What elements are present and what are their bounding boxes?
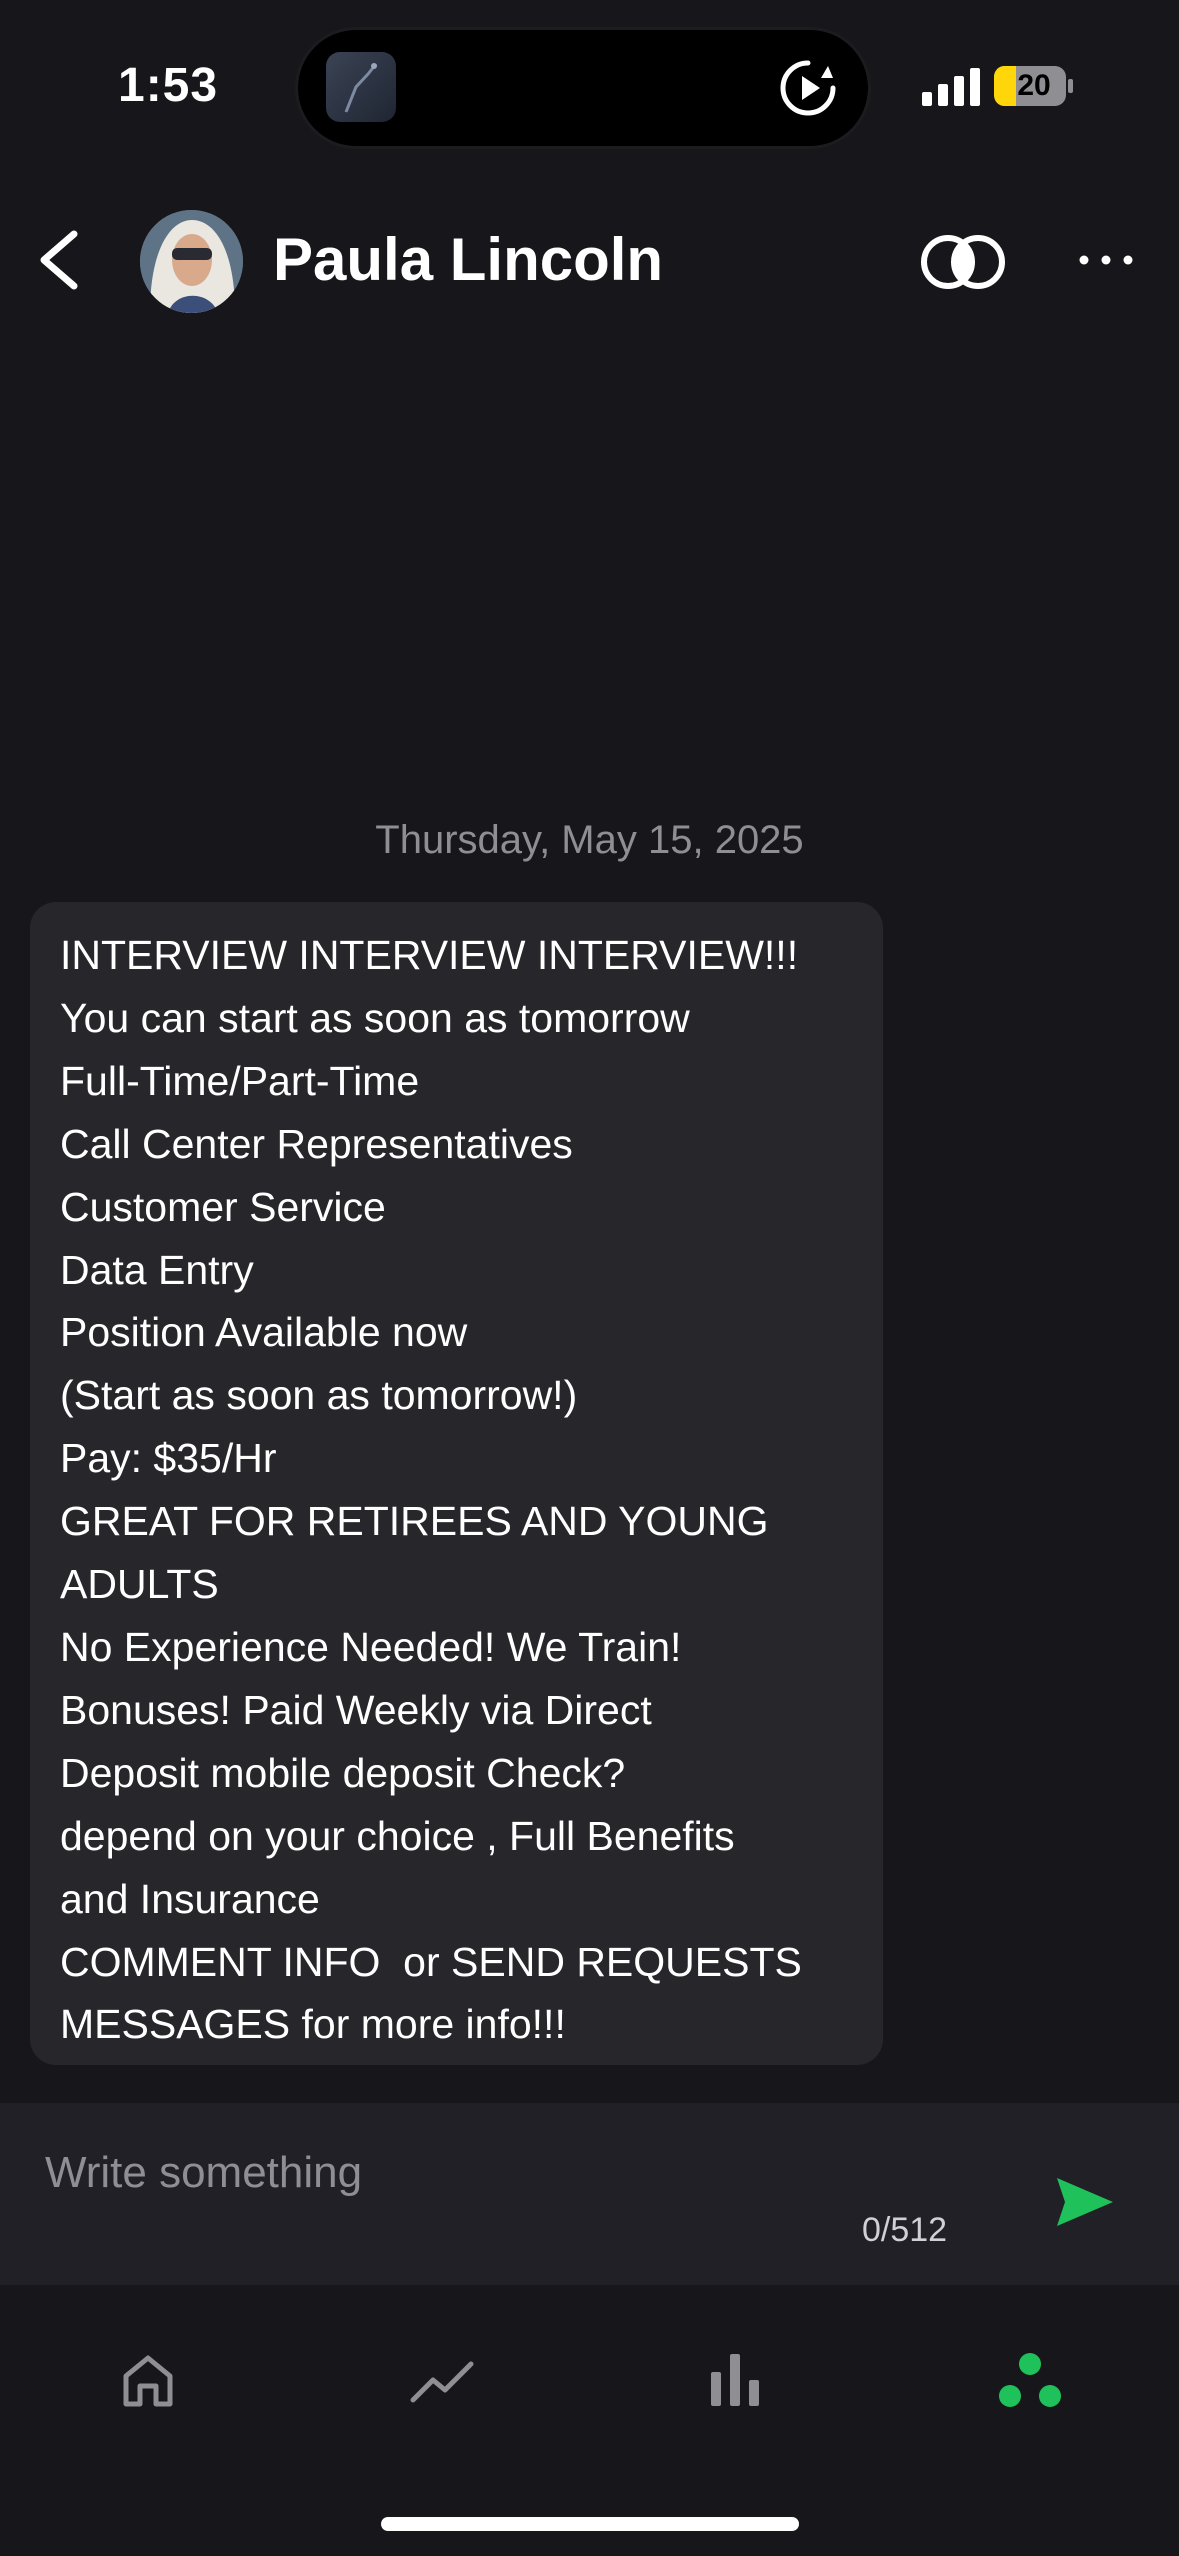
message-line: depend on your choice , Full Benefits <box>60 1812 735 1859</box>
battery-level: 20 <box>1017 69 1051 102</box>
message-line: ADULTS <box>60 1561 219 1608</box>
dynamic-island[interactable] <box>298 30 868 146</box>
home-indicator[interactable] <box>381 2517 799 2531</box>
battery-icon: 20 <box>994 66 1074 106</box>
message-line: COMMENT INFO or SEND REQUESTS <box>60 1938 802 1985</box>
message-line: Call Center Representatives <box>60 1120 573 1167</box>
ellipsis-icon <box>1079 255 1133 265</box>
message-line: GREAT FOR RETIREES AND YOUNG <box>60 1498 769 1545</box>
home-icon <box>123 2355 173 2407</box>
chevron-left-icon <box>40 230 78 290</box>
play-circle-icon[interactable] <box>778 58 838 118</box>
status-bar: 1:53 20 <box>0 0 1179 175</box>
overlapping-circles-icon <box>921 235 1005 289</box>
contact-name[interactable]: Paula Lincoln <box>273 225 663 294</box>
message-line: Position Available now <box>60 1309 468 1356</box>
message-line: Full-Time/Part-Time <box>60 1057 420 1104</box>
back-button[interactable] <box>30 220 90 300</box>
avatar[interactable] <box>140 210 243 313</box>
nav-home[interactable] <box>108 2340 188 2420</box>
message-line: Deposit mobile deposit Check? <box>60 1749 626 1796</box>
date-separator: Thursday, May 15, 2025 <box>375 818 804 862</box>
message-line: INTERVIEW INTERVIEW INTERVIEW!!! <box>60 932 799 978</box>
message-composer: 0/512 <box>0 2103 1179 2285</box>
community-dots-icon <box>999 2353 1061 2407</box>
message-line: (Start as soon as tomorrow!) <box>60 1372 578 1419</box>
status-time: 1:53 <box>118 59 219 112</box>
message-input[interactable] <box>45 2143 825 2203</box>
message-line: Pay: $35/Hr <box>60 1435 277 1482</box>
nav-trends[interactable] <box>402 2340 482 2420</box>
compare-button[interactable] <box>918 230 1008 294</box>
message-line: You can start as soon as tomorrow <box>60 994 690 1041</box>
now-playing-thumbnail <box>326 52 396 122</box>
message-bubble[interactable]: INTERVIEW INTERVIEW INTERVIEW!!! You can … <box>30 902 883 2065</box>
bottom-navigation <box>0 2285 1179 2556</box>
trend-line-icon <box>410 2361 474 2403</box>
char-counter: 0/512 <box>862 2211 948 2249</box>
message-line: and Insurance <box>60 1875 320 1922</box>
message-line: Customer Service <box>60 1183 386 1230</box>
message-line: Bonuses! Paid Weekly via Direct <box>60 1686 652 1733</box>
nav-community[interactable] <box>990 2340 1070 2420</box>
message-line: Data Entry <box>60 1246 254 1293</box>
nav-stats[interactable] <box>695 2340 775 2420</box>
message-line: No Experience Needed! We Train! <box>60 1623 682 1670</box>
send-icon <box>1057 2178 1113 2226</box>
more-options-button[interactable] <box>1076 240 1136 280</box>
send-button[interactable] <box>1055 2174 1115 2230</box>
message-line: MESSAGES for more info!!! <box>60 2001 566 2048</box>
bar-chart-icon <box>711 2354 759 2406</box>
cellular-signal-icon <box>922 68 980 106</box>
